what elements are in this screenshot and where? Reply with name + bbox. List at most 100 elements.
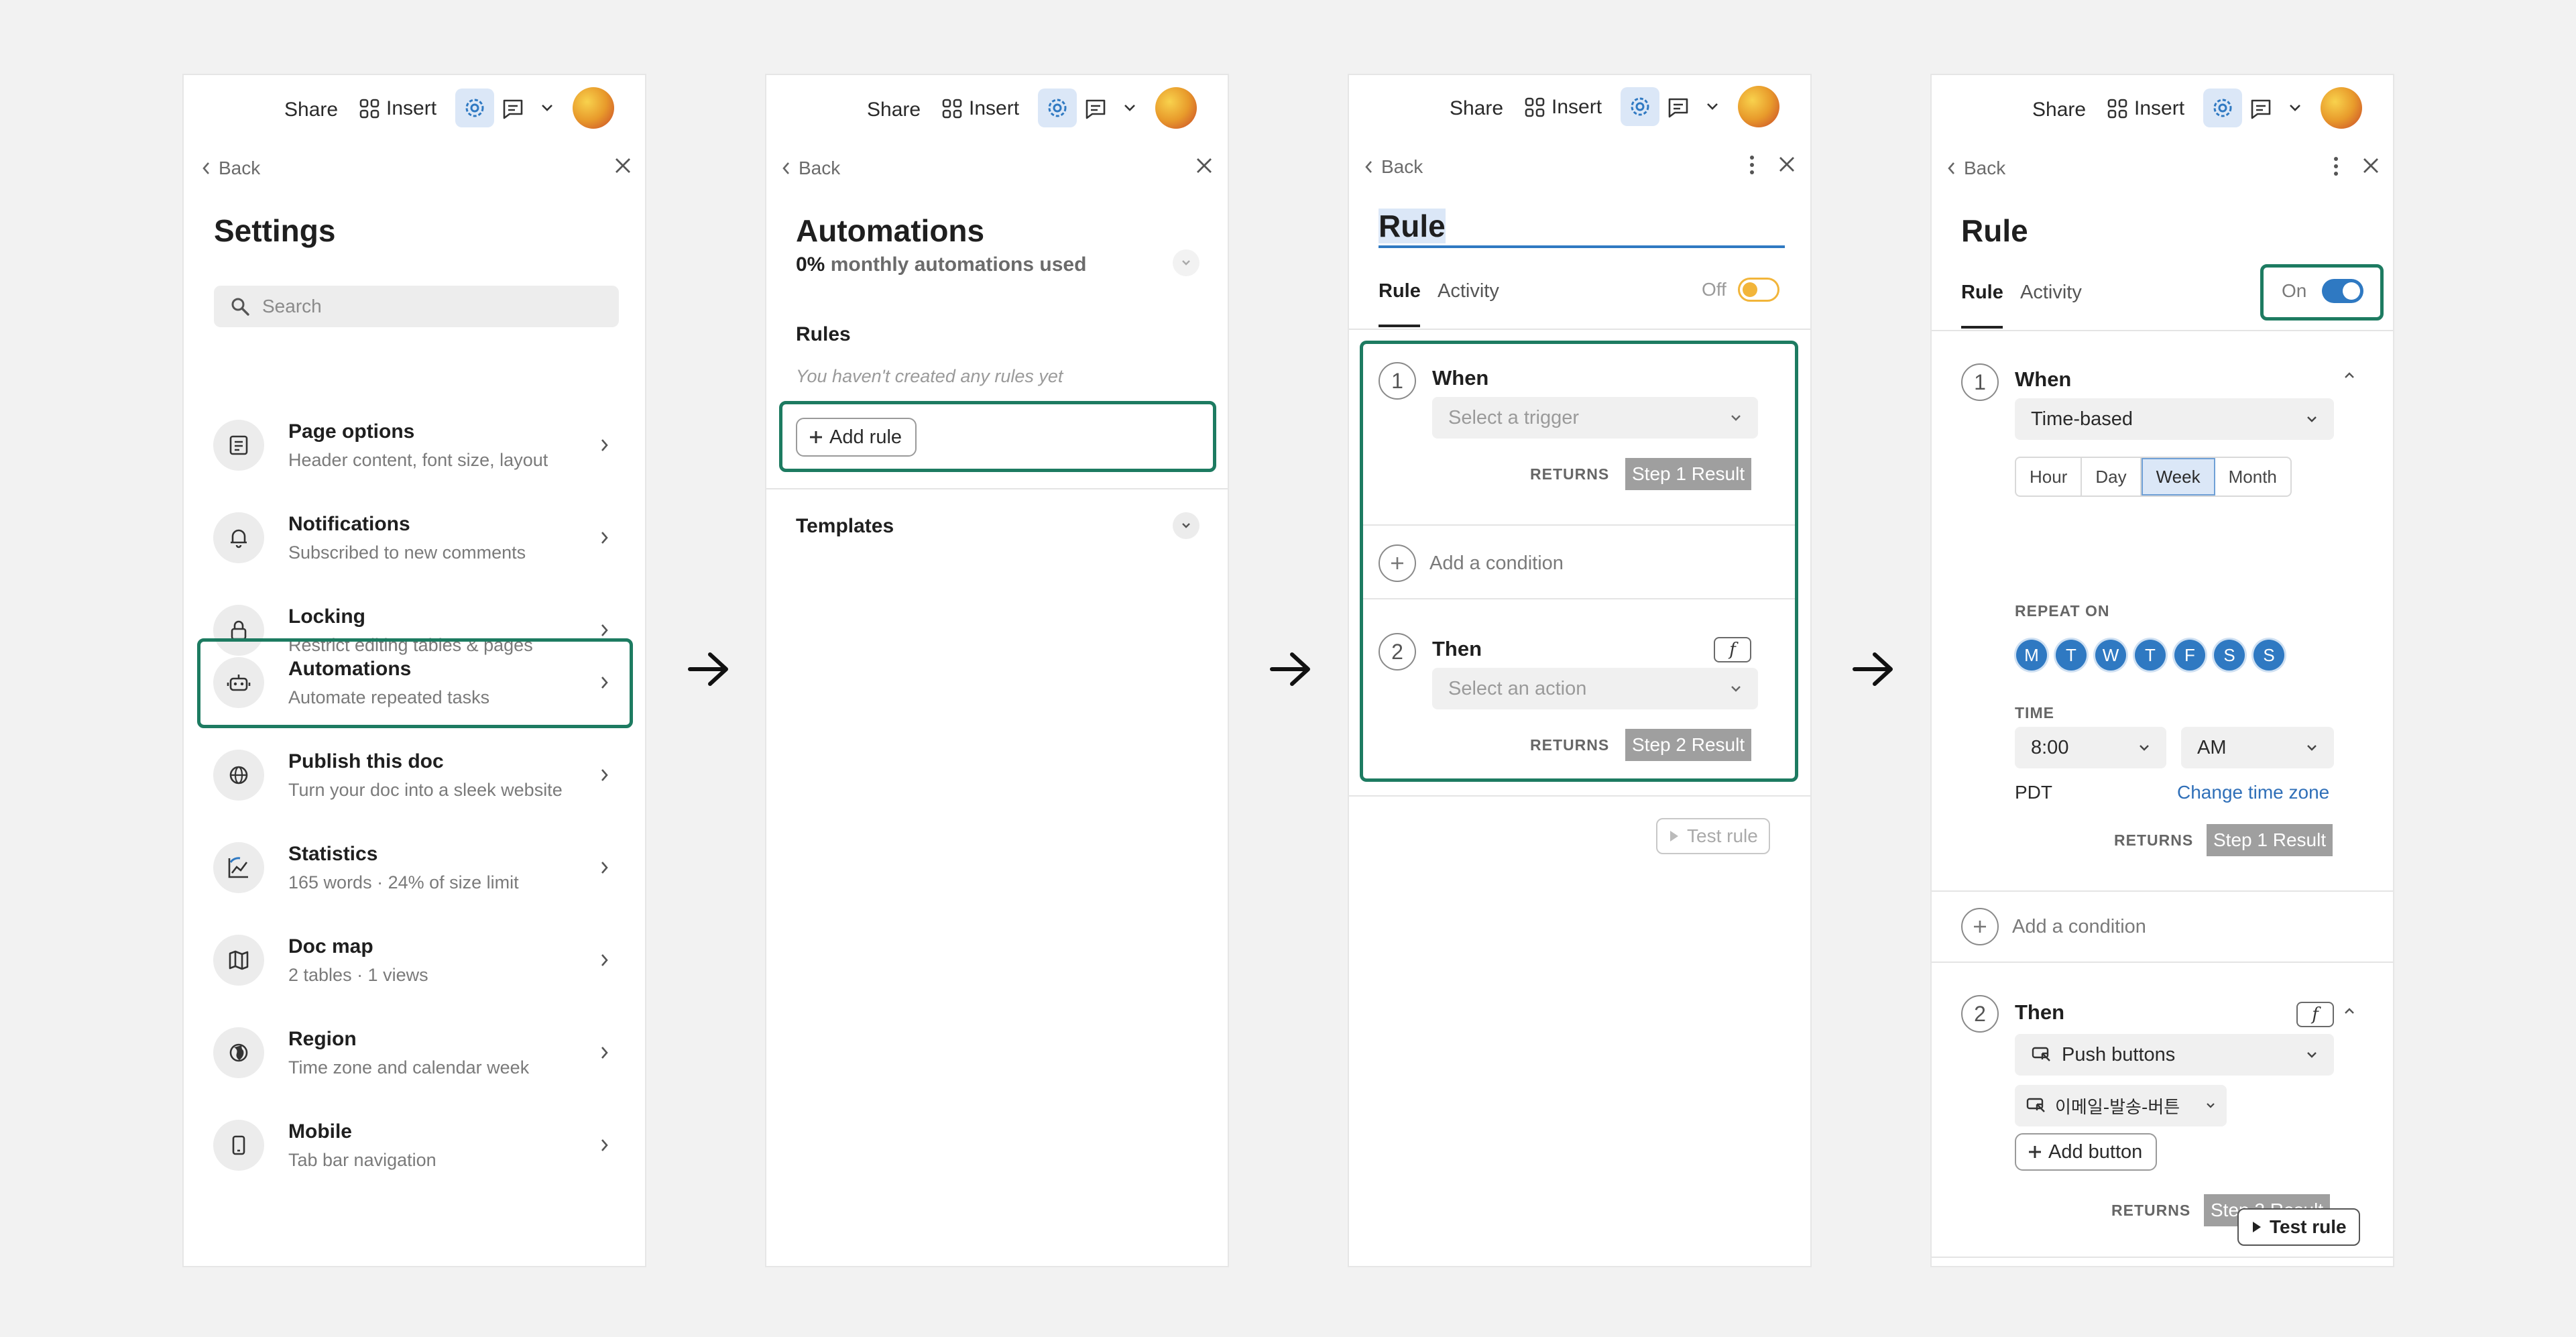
insert-button[interactable]: Insert <box>2107 97 2184 120</box>
settings-gear-button[interactable] <box>1038 89 1077 127</box>
add-button-button[interactable]: Add button <box>2015 1133 2158 1171</box>
rules-heading: Rules <box>796 323 851 345</box>
settings-item-mobile[interactable]: Mobile Tab bar navigation <box>213 1105 622 1185</box>
formula-button[interactable]: f <box>1714 637 1751 662</box>
share-button[interactable]: Share <box>284 99 338 121</box>
more-vert-icon[interactable] <box>1749 154 1755 176</box>
close-icon[interactable] <box>2362 157 2380 174</box>
chevron-down-icon[interactable] <box>540 103 554 113</box>
rule-title-input[interactable]: Rule <box>1379 208 1785 248</box>
avatar[interactable] <box>573 87 614 129</box>
add-condition-button[interactable]: Add a condition <box>1961 908 2146 945</box>
period-month[interactable]: Month <box>2215 458 2290 496</box>
toggle-label-on: On <box>2282 280 2307 301</box>
rule-title[interactable]: Rule <box>1961 213 2028 249</box>
back-button[interactable]: Back <box>1946 158 2005 179</box>
returns-label: RETURNS <box>2114 831 2194 849</box>
chevron-down-icon[interactable] <box>2288 103 2302 113</box>
formula-button[interactable]: f <box>2296 1002 2334 1027</box>
chevron-up-icon[interactable] <box>2343 1007 2355 1015</box>
tab-activity[interactable]: Activity <box>2020 282 2082 304</box>
templates-heading[interactable]: Templates <box>796 515 894 538</box>
item-title: Notifications <box>288 512 410 535</box>
trigger-select[interactable]: Select a trigger <box>1432 397 1758 439</box>
tab-rule[interactable]: Rule <box>1961 282 2003 304</box>
weekday-button[interactable]: S <box>2214 640 2245 671</box>
settings-item-publish[interactable]: Publish this doc Turn your doc into a sle… <box>213 735 622 815</box>
chevron-up-icon[interactable] <box>2343 371 2355 380</box>
ampm-select[interactable]: AM <box>2181 727 2334 768</box>
action-select[interactable]: Select an action <box>1432 668 1758 709</box>
tab-activity[interactable]: Activity <box>1438 280 1499 302</box>
settings-item-region[interactable]: Region Time zone and calendar week <box>213 1012 622 1093</box>
weekday-button[interactable]: F <box>2174 640 2205 671</box>
settings-gear-button[interactable] <box>455 89 494 127</box>
test-rule-button[interactable]: Test rule <box>2237 1208 2360 1246</box>
back-button[interactable]: Back <box>1364 156 1423 178</box>
button-chip-label: 이메일-발송-버튼 <box>2055 1097 2180 1118</box>
item-title: Statistics <box>288 842 378 865</box>
period-day[interactable]: Day <box>2082 458 2142 496</box>
share-button[interactable]: Share <box>1450 97 1503 120</box>
settings-item-doc-map[interactable]: Doc map 2 tables · 1 views <box>213 920 622 1000</box>
avatar[interactable] <box>1155 87 1197 129</box>
insert-button[interactable]: Insert <box>359 97 436 120</box>
test-rule-button[interactable]: Test rule <box>1656 818 1770 854</box>
usage-expand-button[interactable] <box>1173 249 1199 276</box>
action-select[interactable]: Push buttons <box>2015 1034 2334 1076</box>
comment-icon[interactable] <box>1084 98 1107 119</box>
back-button[interactable]: Back <box>781 158 840 179</box>
button-chip[interactable]: 이메일-발송-버튼 <box>2015 1085 2227 1126</box>
chevron-down-icon[interactable] <box>1123 103 1136 113</box>
chevron-down-icon[interactable] <box>1706 102 1719 111</box>
chevron-down-icon <box>2307 745 2317 751</box>
add-rule-button[interactable]: Add rule <box>796 418 917 457</box>
step-title-when: When <box>2015 367 2072 391</box>
weekday-button[interactable]: T <box>2056 640 2087 671</box>
comment-icon[interactable] <box>502 98 524 119</box>
close-icon[interactable] <box>1778 156 1796 173</box>
insert-button[interactable]: Insert <box>1525 96 1602 119</box>
rule-toggle[interactable] <box>2322 279 2363 303</box>
settings-item-automations[interactable]: Automations Automate repeated tasks <box>213 642 622 723</box>
add-condition-button[interactable]: Add a condition <box>1379 544 1564 582</box>
weekday-button[interactable]: S <box>2253 640 2284 671</box>
share-button[interactable]: Share <box>2032 99 2086 121</box>
avatar[interactable] <box>2321 87 2362 129</box>
step-title-then: Then <box>1432 637 1482 660</box>
rule-toggle[interactable] <box>1738 278 1779 302</box>
back-button[interactable]: Back <box>201 158 260 179</box>
close-icon[interactable] <box>1195 157 1213 174</box>
trigger-placeholder: Select a trigger <box>1448 406 1580 428</box>
avatar[interactable] <box>1738 86 1779 127</box>
grid-icon <box>359 99 379 119</box>
more-vert-icon[interactable] <box>2333 156 2339 177</box>
change-timezone-link[interactable]: Change time zone <box>2177 782 2329 803</box>
tab-rule[interactable]: Rule <box>1379 280 1421 302</box>
period-week[interactable]: Week <box>2141 458 2215 496</box>
templates-expand-button[interactable] <box>1173 512 1199 539</box>
weekday-button[interactable]: M <box>2016 640 2047 671</box>
returns-label: RETURNS <box>1530 736 1610 754</box>
trigger-select[interactable]: Time-based <box>2015 398 2334 440</box>
share-button[interactable]: Share <box>867 99 921 121</box>
settings-item-statistics[interactable]: Statistics 165 words · 24% of size limit <box>213 827 622 908</box>
item-subtitle: Automate repeated tasks <box>288 687 490 707</box>
period-hour[interactable]: Hour <box>2016 458 2083 496</box>
search-input[interactable]: Search <box>214 286 619 327</box>
time-value: 8:00 <box>2031 736 2069 758</box>
settings-item-notifications[interactable]: Notifications Subscribed to new comments <box>213 498 622 578</box>
weekday-button[interactable]: W <box>2095 640 2126 671</box>
comment-icon[interactable] <box>1667 97 1690 118</box>
settings-gear-button[interactable] <box>2203 89 2242 127</box>
globe-icon <box>213 750 264 801</box>
insert-button[interactable]: Insert <box>942 97 1019 120</box>
comment-icon[interactable] <box>2249 98 2272 119</box>
time-select[interactable]: 8:00 <box>2015 727 2166 768</box>
weekday-button[interactable]: T <box>2135 640 2166 671</box>
back-label: Back <box>219 158 261 178</box>
close-icon[interactable] <box>614 157 632 174</box>
add-rule-label: Add rule <box>829 426 902 448</box>
settings-item-page-options[interactable]: Page options Header content, font size, l… <box>213 405 622 485</box>
settings-gear-button[interactable] <box>1621 87 1659 126</box>
